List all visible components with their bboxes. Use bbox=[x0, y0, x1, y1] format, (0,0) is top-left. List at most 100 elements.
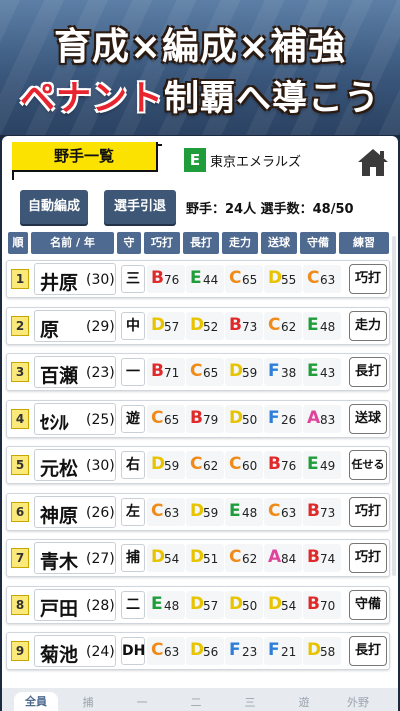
stat-power: B 79 bbox=[186, 404, 224, 433]
home-icon[interactable] bbox=[356, 146, 390, 178]
banner-subheadline-white: 制覇へ導こう bbox=[164, 79, 381, 119]
stat-value: 52 bbox=[203, 319, 219, 334]
tab-third[interactable]: 三 bbox=[228, 694, 272, 711]
stat-fielding: A 83 bbox=[303, 404, 341, 433]
stat-value: 59 bbox=[164, 459, 180, 473]
player-row[interactable]: 8 戸田 (28) 二 E 48 D 57 D 50 D 54 B 70 守備 bbox=[6, 585, 390, 624]
stat-value: 74 bbox=[320, 552, 336, 566]
auto-lineup-button[interactable]: 自動編成 bbox=[20, 190, 88, 224]
stat-value: 55 bbox=[281, 273, 297, 287]
tab-outfield[interactable]: 外野 bbox=[336, 694, 380, 711]
stat-grade: C bbox=[229, 454, 242, 474]
tab-second[interactable]: 二 bbox=[174, 694, 218, 711]
retire-player-button[interactable]: 選手引退 bbox=[104, 190, 176, 224]
stat-value: 79 bbox=[203, 412, 219, 427]
practice-button[interactable]: 送球 bbox=[349, 403, 387, 434]
stat-value: 43 bbox=[320, 366, 336, 380]
stat-value: 73 bbox=[320, 505, 336, 520]
stat-power: D 57 bbox=[186, 590, 224, 619]
stat-contact: C 63 bbox=[147, 497, 185, 526]
player-age: (24) bbox=[86, 644, 115, 660]
stat-value: 63 bbox=[320, 273, 336, 287]
banner-subheadline-red: ペナント bbox=[19, 79, 164, 119]
stat-grade: C bbox=[151, 407, 164, 428]
stat-grade: D bbox=[307, 640, 322, 660]
player-age: (26) bbox=[86, 504, 115, 521]
stat-throwing: D 54 bbox=[264, 590, 302, 619]
tab-short[interactable]: 遊 bbox=[282, 694, 326, 711]
col-contact[interactable]: 巧打 bbox=[144, 232, 180, 254]
practice-button[interactable]: 巧打 bbox=[349, 264, 387, 294]
col-order[interactable]: 順 bbox=[8, 232, 28, 254]
player-row[interactable]: 5 元松 (30) 右 D 59 C 62 C 60 B 76 E 49 任せる bbox=[6, 446, 390, 484]
batting-order: 9 bbox=[11, 641, 29, 661]
stat-grade: F bbox=[268, 640, 280, 660]
col-speed[interactable]: 走力 bbox=[222, 232, 258, 254]
stat-value: 54 bbox=[281, 598, 297, 613]
player-name: 菊池 bbox=[40, 644, 79, 666]
stat-value: 57 bbox=[203, 598, 219, 613]
stat-throwing: D 55 bbox=[264, 265, 302, 293]
stat-throwing: A 84 bbox=[264, 544, 302, 572]
player-row[interactable]: 6 神原 (26) 左 C 63 D 59 E 48 C 63 B 73 巧打 bbox=[6, 492, 390, 531]
col-power[interactable]: 長打 bbox=[183, 232, 219, 254]
stat-power: D 51 bbox=[186, 544, 224, 572]
tab-all[interactable]: 全員 bbox=[14, 692, 58, 711]
stat-value: 63 bbox=[281, 505, 297, 520]
stat-grade: C bbox=[268, 314, 281, 335]
player-name: 原 bbox=[40, 318, 60, 341]
player-row[interactable]: 3 百瀬 (23) 一 B 71 C 65 D 59 F 38 E 43 長打 bbox=[6, 353, 390, 391]
practice-button[interactable]: 巧打 bbox=[349, 543, 387, 573]
table-header: 順 名前 / 年 守 巧打 長打 走力 送球 守備 練習 bbox=[8, 232, 392, 254]
player-age: (28) bbox=[86, 597, 115, 614]
player-row[interactable]: 1 井原 (30) 三 B 76 E 44 C 65 D 55 C 63 巧打 bbox=[6, 260, 390, 298]
stat-value: 49 bbox=[320, 459, 336, 473]
stat-grade: D bbox=[190, 314, 205, 335]
col-fielding[interactable]: 守備 bbox=[300, 232, 336, 254]
stat-value: 23 bbox=[242, 645, 258, 659]
stat-throwing: B 76 bbox=[264, 451, 302, 479]
banner-subheadline: ペナント制覇へ導こう bbox=[0, 70, 400, 121]
player-name: 井原 bbox=[40, 272, 79, 294]
tab-first[interactable]: 一 bbox=[120, 694, 164, 711]
batting-order: 2 bbox=[11, 315, 29, 336]
stat-fielding: E 49 bbox=[303, 451, 341, 479]
stat-contact: D 54 bbox=[147, 544, 185, 572]
stat-grade: C bbox=[229, 547, 242, 567]
col-name-age[interactable]: 名前 / 年 bbox=[31, 232, 114, 254]
player-row[interactable]: 4 ｾｼﾙ (25) 遊 C 65 B 79 D 50 F 26 A 83 送球 bbox=[6, 399, 390, 438]
player-row[interactable]: 7 青木 (27) 捕 D 54 D 51 C 62 A 84 B 74 巧打 bbox=[6, 539, 390, 577]
practice-button[interactable]: 長打 bbox=[349, 357, 387, 387]
col-practice[interactable]: 練習 bbox=[339, 232, 389, 254]
scrollbar[interactable] bbox=[392, 236, 396, 576]
stat-grade: B bbox=[307, 593, 320, 614]
stat-grade: B bbox=[151, 268, 164, 288]
stat-value: 48 bbox=[164, 598, 180, 613]
stat-power: E 44 bbox=[186, 265, 224, 293]
practice-button[interactable]: 巧打 bbox=[349, 496, 387, 527]
stat-speed: F 23 bbox=[225, 637, 263, 665]
player-row[interactable]: 9 菊池 (24) DH C 63 D 56 F 23 F 21 D 58 長打 bbox=[6, 632, 390, 670]
page-title: 野手一覧 bbox=[12, 142, 158, 172]
stat-grade: B bbox=[151, 361, 164, 381]
tab-catcher[interactable]: 捕 bbox=[66, 694, 110, 711]
stat-fielding: C 63 bbox=[303, 265, 341, 293]
stat-grade: A bbox=[307, 407, 321, 428]
stat-grade: D bbox=[190, 640, 205, 660]
col-position[interactable]: 守 bbox=[117, 232, 141, 254]
practice-button[interactable]: 任せる bbox=[349, 450, 387, 480]
stat-value: 48 bbox=[320, 319, 336, 334]
roster-count: 野手：24人 選手数：48/50 bbox=[186, 202, 354, 217]
col-throwing[interactable]: 送球 bbox=[261, 232, 297, 254]
batting-order: 6 bbox=[11, 501, 29, 522]
stat-grade: D bbox=[229, 361, 244, 381]
practice-button[interactable]: 長打 bbox=[349, 636, 387, 666]
practice-button[interactable]: 守備 bbox=[349, 589, 387, 620]
stat-speed: C 62 bbox=[225, 544, 263, 572]
stat-grade: F bbox=[268, 407, 280, 428]
stat-throwing: F 38 bbox=[264, 358, 302, 386]
stat-speed: D 59 bbox=[225, 358, 263, 386]
stat-value: 50 bbox=[242, 412, 258, 427]
practice-button[interactable]: 走力 bbox=[349, 310, 387, 341]
player-row[interactable]: 2 原 (29) 中 D 57 D 52 B 73 C 62 E 48 走力 bbox=[6, 306, 390, 345]
